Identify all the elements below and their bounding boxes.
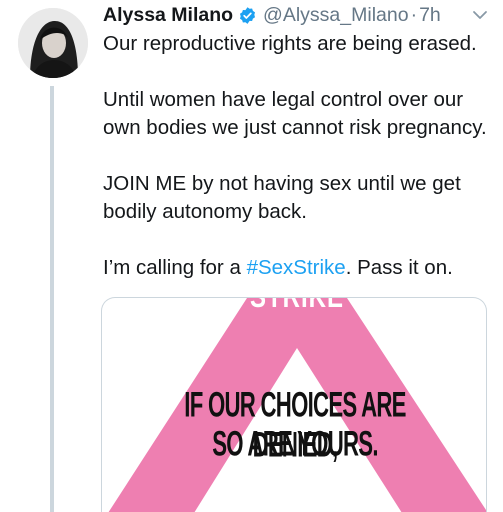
tweet-paragraph-2: Until women have legal control over our … — [103, 88, 487, 139]
slogan-line-2: SO ARE YOURS. — [212, 424, 378, 464]
tweet-text: Our reproductive rights are being erased… — [103, 30, 495, 282]
tweet-paragraph-1: Our reproductive rights are being erased… — [103, 32, 477, 55]
call-text: I’m calling for a — [103, 256, 247, 279]
tweet-media-image[interactable]: STRIKE IF OUR CHOICES ARE DENIED, SO ARE… — [101, 297, 487, 512]
chevron-down-icon[interactable] — [471, 6, 489, 24]
tweet-paragraph-4: I’m calling for a #SexStrike. Pass it on… — [103, 254, 495, 282]
call-text-end: . Pass it on. — [345, 256, 453, 279]
verified-badge-icon — [238, 6, 257, 25]
separator-dot: · — [410, 3, 418, 26]
profile-photo — [18, 8, 88, 78]
author-handle[interactable]: @Alyssa_Milano — [263, 4, 409, 27]
hashtag-link[interactable]: #SexStrike — [247, 256, 346, 279]
thread-line — [50, 86, 54, 512]
avatar[interactable] — [18, 8, 88, 78]
tweet-paragraph-3: JOIN ME by not having sex until we get b… — [103, 172, 461, 223]
strike-word: STRIKE — [249, 297, 344, 315]
timestamp[interactable]: 7h — [419, 4, 441, 27]
author-name[interactable]: Alyssa Milano — [103, 4, 233, 27]
tweet-header: Alyssa Milano @Alyssa_Milano · 7h — [103, 0, 503, 30]
